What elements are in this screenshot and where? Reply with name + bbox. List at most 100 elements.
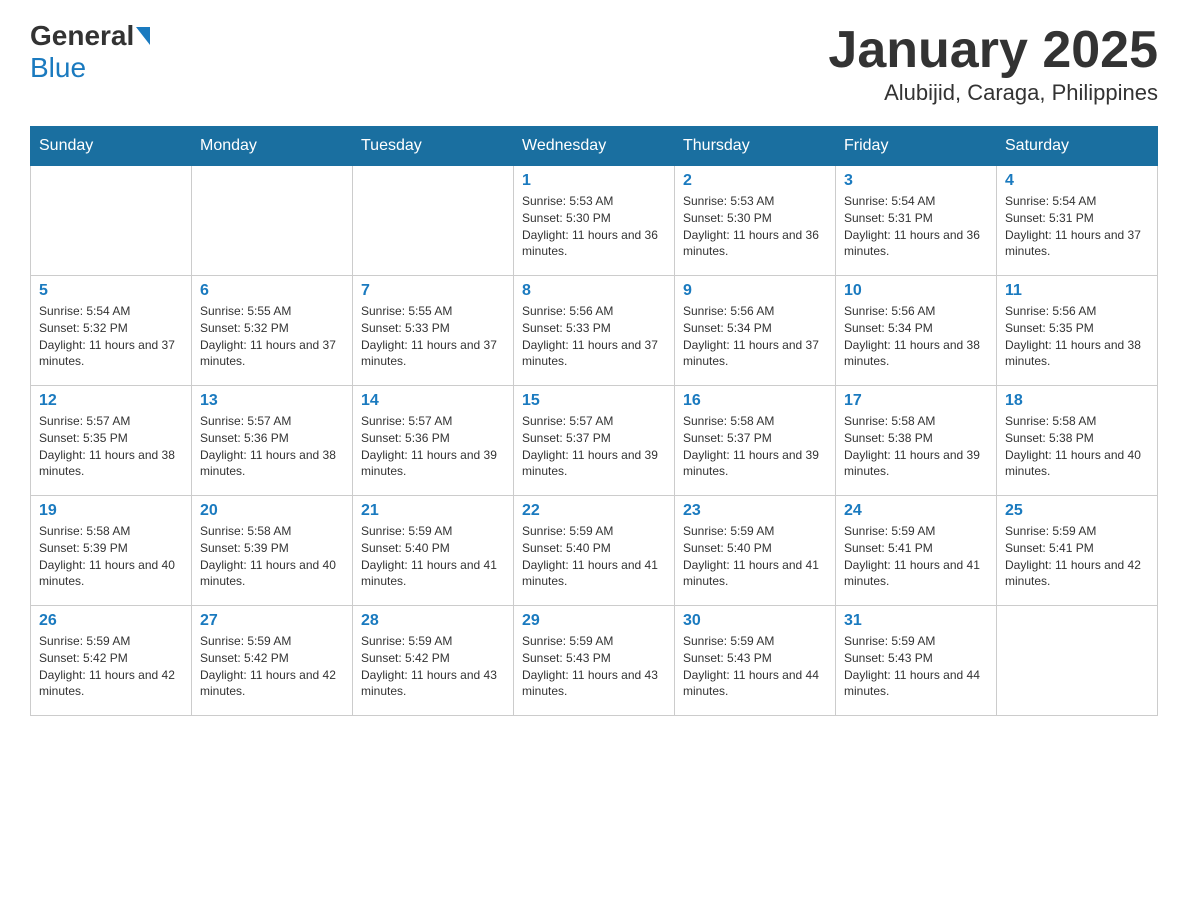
logo-blue-text: Blue [30, 52, 86, 84]
day-number: 5 [39, 282, 183, 300]
day-info: Sunrise: 5:57 AM Sunset: 5:36 PM Dayligh… [361, 413, 505, 480]
calendar-day-cell: 11Sunrise: 5:56 AM Sunset: 5:35 PM Dayli… [997, 276, 1158, 386]
calendar-day-cell: 3Sunrise: 5:54 AM Sunset: 5:31 PM Daylig… [836, 166, 997, 276]
day-info: Sunrise: 5:59 AM Sunset: 5:40 PM Dayligh… [361, 523, 505, 590]
day-info: Sunrise: 5:59 AM Sunset: 5:43 PM Dayligh… [522, 633, 666, 700]
calendar-day-cell: 9 Sunrise: 5:56 AM Sunset: 5:34 PM Daylig… [675, 276, 836, 386]
calendar-week-row: 12 Sunrise: 5:57 AM Sunset: 5:35 PM Dayli… [31, 386, 1158, 496]
calendar-day-cell: 5 Sunrise: 5:54 AM Sunset: 5:32 PM Daylig… [31, 276, 192, 386]
day-info: Sunrise: 5:53 AM Sunset: 5:30 PM Dayligh… [683, 193, 827, 260]
calendar-day-cell: 22 Sunrise: 5:59 AM Sunset: 5:40 PM Dayli… [514, 496, 675, 606]
calendar-day-cell: 21 Sunrise: 5:59 AM Sunset: 5:40 PM Dayli… [353, 496, 514, 606]
calendar-day-cell: 31Sunrise: 5:59 AM Sunset: 5:43 PM Dayli… [836, 606, 997, 716]
calendar-header-row: SundayMondayTuesdayWednesdayThursdayFrid… [31, 127, 1158, 166]
day-info: Sunrise: 5:57 AM Sunset: 5:35 PM Dayligh… [39, 413, 183, 480]
day-of-week-header: Monday [192, 127, 353, 166]
calendar-day-cell [192, 166, 353, 276]
calendar-week-row: 26 Sunrise: 5:59 AM Sunset: 5:42 PM Dayli… [31, 606, 1158, 716]
day-info: Sunrise: 5:59 AM Sunset: 5:42 PM Dayligh… [361, 633, 505, 700]
calendar-day-cell: 16 Sunrise: 5:58 AM Sunset: 5:37 PM Dayli… [675, 386, 836, 496]
day-number: 10 [844, 282, 988, 300]
calendar-day-cell: 14 Sunrise: 5:57 AM Sunset: 5:36 PM Dayli… [353, 386, 514, 496]
day-number: 27 [200, 612, 344, 630]
day-info: Sunrise: 5:59 AM Sunset: 5:41 PM Dayligh… [844, 523, 988, 590]
day-info: Sunrise: 5:56 AM Sunset: 5:34 PM Dayligh… [844, 303, 988, 370]
calendar-day-cell [31, 166, 192, 276]
day-info: Sunrise: 5:59 AM Sunset: 5:40 PM Dayligh… [683, 523, 827, 590]
day-of-week-header: Thursday [675, 127, 836, 166]
calendar-day-cell: 28 Sunrise: 5:59 AM Sunset: 5:42 PM Dayli… [353, 606, 514, 716]
calendar-day-cell: 7Sunrise: 5:55 AM Sunset: 5:33 PM Daylig… [353, 276, 514, 386]
day-info: Sunrise: 5:59 AM Sunset: 5:42 PM Dayligh… [39, 633, 183, 700]
day-info: Sunrise: 5:54 AM Sunset: 5:32 PM Dayligh… [39, 303, 183, 370]
day-info: Sunrise: 5:58 AM Sunset: 5:37 PM Dayligh… [683, 413, 827, 480]
day-number: 23 [683, 502, 827, 520]
calendar-day-cell: 4 Sunrise: 5:54 AM Sunset: 5:31 PM Daylig… [997, 166, 1158, 276]
day-number: 28 [361, 612, 505, 630]
day-number: 9 [683, 282, 827, 300]
calendar-day-cell: 27 Sunrise: 5:59 AM Sunset: 5:42 PM Dayli… [192, 606, 353, 716]
calendar-day-cell: 8Sunrise: 5:56 AM Sunset: 5:33 PM Daylig… [514, 276, 675, 386]
location-title: Alubijid, Caraga, Philippines [828, 80, 1158, 106]
day-info: Sunrise: 5:56 AM Sunset: 5:34 PM Dayligh… [683, 303, 827, 370]
day-info: Sunrise: 5:59 AM Sunset: 5:40 PM Dayligh… [522, 523, 666, 590]
calendar-week-row: 1 Sunrise: 5:53 AM Sunset: 5:30 PM Daylig… [31, 166, 1158, 276]
day-number: 2 [683, 172, 827, 190]
calendar-day-cell: 29 Sunrise: 5:59 AM Sunset: 5:43 PM Dayli… [514, 606, 675, 716]
day-number: 26 [39, 612, 183, 630]
day-number: 31 [844, 612, 988, 630]
day-of-week-header: Tuesday [353, 127, 514, 166]
day-number: 21 [361, 502, 505, 520]
calendar-day-cell: 30Sunrise: 5:59 AM Sunset: 5:43 PM Dayli… [675, 606, 836, 716]
calendar-day-cell: 1 Sunrise: 5:53 AM Sunset: 5:30 PM Daylig… [514, 166, 675, 276]
day-number: 6 [200, 282, 344, 300]
calendar-day-cell: 2 Sunrise: 5:53 AM Sunset: 5:30 PM Daylig… [675, 166, 836, 276]
day-number: 14 [361, 392, 505, 410]
calendar-day-cell: 24Sunrise: 5:59 AM Sunset: 5:41 PM Dayli… [836, 496, 997, 606]
day-info: Sunrise: 5:58 AM Sunset: 5:39 PM Dayligh… [200, 523, 344, 590]
title-area: January 2025 Alubijid, Caraga, Philippin… [828, 20, 1158, 106]
day-of-week-header: Saturday [997, 127, 1158, 166]
day-info: Sunrise: 5:58 AM Sunset: 5:38 PM Dayligh… [844, 413, 988, 480]
calendar-day-cell [353, 166, 514, 276]
calendar-day-cell: 19 Sunrise: 5:58 AM Sunset: 5:39 PM Dayli… [31, 496, 192, 606]
logo-area: General Blue [30, 20, 152, 84]
day-info: Sunrise: 5:59 AM Sunset: 5:42 PM Dayligh… [200, 633, 344, 700]
day-number: 29 [522, 612, 666, 630]
day-number: 11 [1005, 282, 1149, 300]
day-info: Sunrise: 5:57 AM Sunset: 5:37 PM Dayligh… [522, 413, 666, 480]
calendar-day-cell: 25Sunrise: 5:59 AM Sunset: 5:41 PM Dayli… [997, 496, 1158, 606]
day-number: 16 [683, 392, 827, 410]
day-number: 7 [361, 282, 505, 300]
day-number: 1 [522, 172, 666, 190]
logo-general-text: General [30, 20, 134, 52]
day-info: Sunrise: 5:54 AM Sunset: 5:31 PM Dayligh… [1005, 193, 1149, 260]
month-title: January 2025 [828, 20, 1158, 80]
day-of-week-header: Friday [836, 127, 997, 166]
calendar-day-cell: 17 Sunrise: 5:58 AM Sunset: 5:38 PM Dayli… [836, 386, 997, 496]
day-info: Sunrise: 5:56 AM Sunset: 5:33 PM Dayligh… [522, 303, 666, 370]
day-number: 12 [39, 392, 183, 410]
day-number: 20 [200, 502, 344, 520]
day-number: 13 [200, 392, 344, 410]
day-number: 15 [522, 392, 666, 410]
calendar-day-cell: 20 Sunrise: 5:58 AM Sunset: 5:39 PM Dayli… [192, 496, 353, 606]
day-number: 22 [522, 502, 666, 520]
day-number: 18 [1005, 392, 1149, 410]
day-of-week-header: Sunday [31, 127, 192, 166]
day-info: Sunrise: 5:58 AM Sunset: 5:38 PM Dayligh… [1005, 413, 1149, 480]
page-header: General Blue January 2025 Alubijid, Cara… [30, 20, 1158, 106]
calendar-day-cell [997, 606, 1158, 716]
day-number: 19 [39, 502, 183, 520]
day-info: Sunrise: 5:53 AM Sunset: 5:30 PM Dayligh… [522, 193, 666, 260]
day-number: 3 [844, 172, 988, 190]
day-info: Sunrise: 5:57 AM Sunset: 5:36 PM Dayligh… [200, 413, 344, 480]
calendar-week-row: 5 Sunrise: 5:54 AM Sunset: 5:32 PM Daylig… [31, 276, 1158, 386]
day-number: 4 [1005, 172, 1149, 190]
calendar-day-cell: 13 Sunrise: 5:57 AM Sunset: 5:36 PM Dayli… [192, 386, 353, 496]
day-number: 17 [844, 392, 988, 410]
day-number: 30 [683, 612, 827, 630]
calendar-day-cell: 6Sunrise: 5:55 AM Sunset: 5:32 PM Daylig… [192, 276, 353, 386]
day-info: Sunrise: 5:58 AM Sunset: 5:39 PM Dayligh… [39, 523, 183, 590]
logo-arrow-icon [136, 27, 150, 45]
